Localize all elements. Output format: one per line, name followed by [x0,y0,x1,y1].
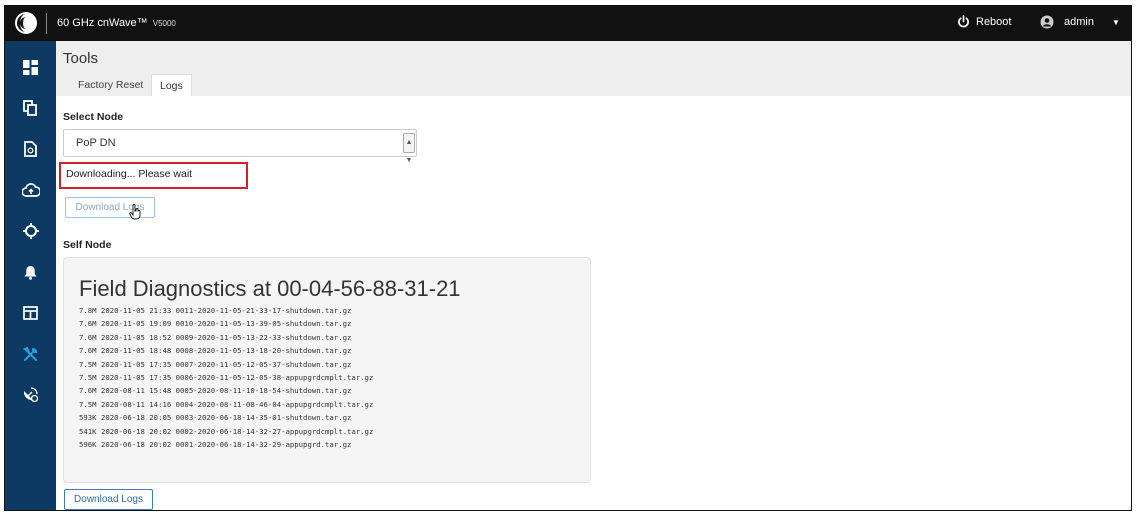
reboot-button[interactable]: Reboot [957,15,1011,28]
app-title-text: 60 GHz cnWave™ [57,17,148,29]
download-logs-button[interactable]: Download Logs [64,489,153,510]
log-file-line: 593K 2020-06-18 20:05 0003-2020-06-18-14… [79,413,352,423]
reboot-label: Reboot [976,15,1012,28]
node-select[interactable]: PoP DN ▲ ▼ [63,129,417,164]
sidebar-item-tools[interactable] [5,334,56,374]
log-file-list: 7.8M 2020-11-05 21:33 0011-2020-11-05-21… [79,304,373,451]
node-select-value: PoP DN [76,137,116,149]
cloud-upload-icon [21,183,40,197]
log-file-line: 7.6M 2020-11-05 18:52 0009-2020-11-05-13… [79,332,352,342]
log-file-line: 7.6M 2020-08-11 15:48 0005-2020-08-11-10… [79,386,352,396]
self-node-label: Self Node [63,239,112,251]
dashboard-icon [23,59,38,75]
caret-down-icon: ▼ [1111,17,1120,27]
user-circle-icon [1040,15,1054,29]
model-label: V5000 [152,19,176,28]
sidebar-item-dashboard[interactable] [5,47,56,87]
copy-icon [23,100,37,116]
user-label: admin [1064,16,1094,28]
page-title: Tools [63,50,99,67]
select-node-label: Select Node [63,111,124,123]
download-status-text: Downloading... Please wait [66,168,193,180]
log-file-line: 7.5M 2020-11-05 17:35 0006-2020-11-05-12… [79,372,374,382]
title-divider [46,13,47,34]
sidebar-item-copy[interactable] [5,88,56,128]
layout-icon [23,306,38,320]
chevron-down-icon[interactable]: ▲ ▼ [403,133,415,164]
main-content: Tools Factory Reset Logs Select Node PoP… [56,41,1131,510]
sidebar-item-alignment[interactable] [5,211,56,251]
log-file-line: 541K 2020-06-18 20:02 0002-2020-06-18-14… [79,426,374,436]
download-logs-button-disabled[interactable]: Download Logs [65,197,155,218]
sidebar-item-config[interactable] [5,129,56,169]
diagnostics-title: Field Diagnostics at 00-04-56-88-31-21 [79,276,461,301]
sidebar-item-radio[interactable] [5,375,56,415]
tools-header: Tools Factory Reset Logs [56,41,1131,96]
log-file-line: 7.6M 2020-11-05 18:48 0008-2020-11-05-13… [79,346,352,356]
hand-cursor-icon [129,204,141,220]
tools-icon [23,346,38,361]
sidebar-item-statistics[interactable] [5,293,56,333]
app-title: 60 GHz cnWave™ V5000 [57,17,176,29]
diagnostics-panel: Field Diagnostics at 00-04-56-88-31-21 7… [63,257,591,483]
power-icon [958,15,969,28]
sidebar-item-upgrade[interactable] [5,170,56,210]
bell-icon [24,265,37,280]
download-status-box: Downloading... Please wait [59,162,248,189]
satellite-dish-icon [23,387,39,403]
tab-logs[interactable]: Logs [151,74,192,96]
sidebar [5,41,56,510]
sidebar-item-alarms[interactable] [5,252,56,292]
log-file-line: 7.5M 2020-08-11 14:16 0004-2020-08-11-08… [79,399,374,409]
top-bar: 60 GHz cnWave™ V5000 Reboot admin ▼ [5,6,1131,41]
log-file-line: 7.5M 2020-11-05 17:35 0007-2020-11-05-12… [79,359,352,369]
document-gear-icon [24,141,37,157]
log-file-line: 7.6M 2020-11-05 19:09 0010-2020-11-05-13… [79,319,352,329]
log-file-line: 596K 2020-06-18 20:02 0001-2020-06-18-14… [79,439,352,449]
cambium-logo-icon[interactable] [13,10,39,36]
user-menu[interactable]: admin ▼ [1040,15,1120,29]
crosshair-icon [22,223,39,239]
tab-factory-reset[interactable]: Factory Reset [70,74,151,96]
app-frame: 60 GHz cnWave™ V5000 Reboot admin ▼ Tool… [4,5,1132,511]
log-file-line: 7.8M 2020-11-05 21:33 0011-2020-11-05-21… [79,306,352,315]
